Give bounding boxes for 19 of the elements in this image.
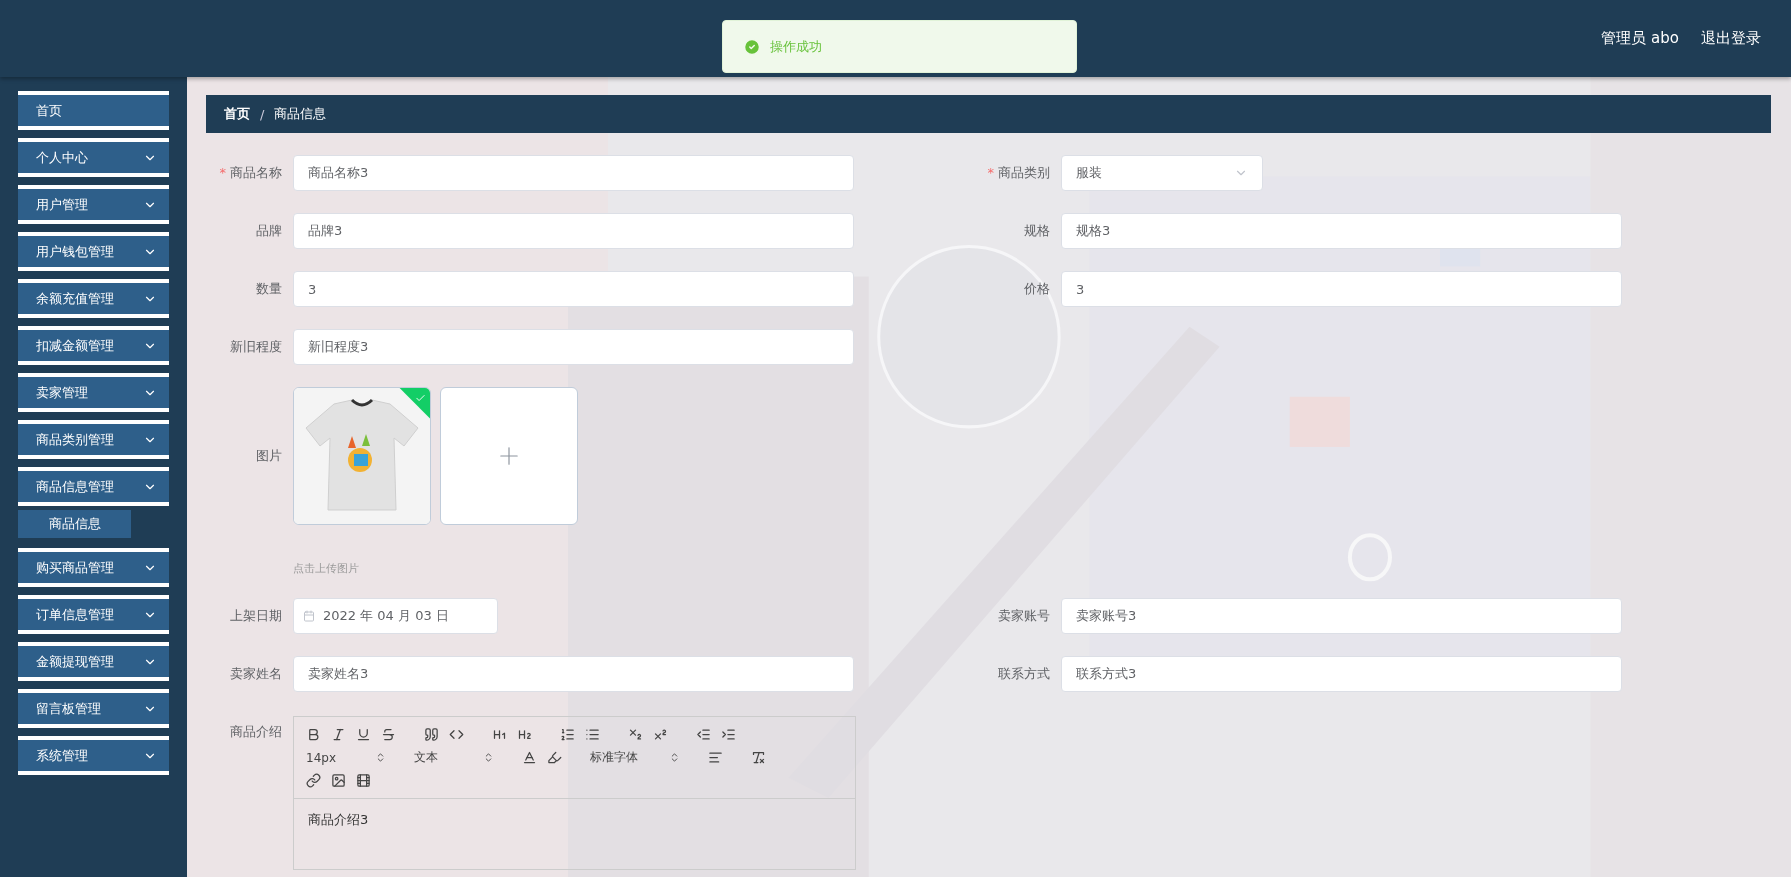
sidebar-item[interactable]: 用户管理 bbox=[18, 185, 169, 224]
check-circle-icon bbox=[743, 37, 761, 56]
submenu-item[interactable]: 商品信息 bbox=[18, 510, 131, 538]
sidebar-item[interactable]: 金额提现管理 bbox=[18, 642, 169, 681]
sidebar-item[interactable]: 余额充值管理 bbox=[18, 279, 169, 318]
sidebar-item[interactable]: 首页 bbox=[18, 91, 169, 130]
sidebar-item[interactable]: 用户钱包管理 bbox=[18, 232, 169, 271]
toast-message: 操作成功 bbox=[770, 37, 822, 56]
sidebar-item[interactable]: 订单信息管理 bbox=[18, 595, 169, 634]
sidebar-item[interactable]: 商品类别管理 bbox=[18, 420, 169, 459]
sidebar-item[interactable]: 系统管理 bbox=[18, 736, 169, 775]
sidebar-item[interactable]: 扣减金额管理 bbox=[18, 326, 169, 365]
sidebar-item[interactable]: 留言板管理 bbox=[18, 689, 169, 728]
sidebar-item[interactable]: 卖家管理 bbox=[18, 373, 169, 412]
user-name: 管理员 abo bbox=[1601, 29, 1679, 48]
logout-link[interactable]: 退出登录 bbox=[1701, 29, 1761, 48]
sidebar-item[interactable]: 个人中心 bbox=[18, 138, 169, 177]
sidebar-item[interactable]: 商品信息管理 bbox=[18, 467, 169, 506]
sidebar-item[interactable]: 购买商品管理 bbox=[18, 548, 169, 587]
